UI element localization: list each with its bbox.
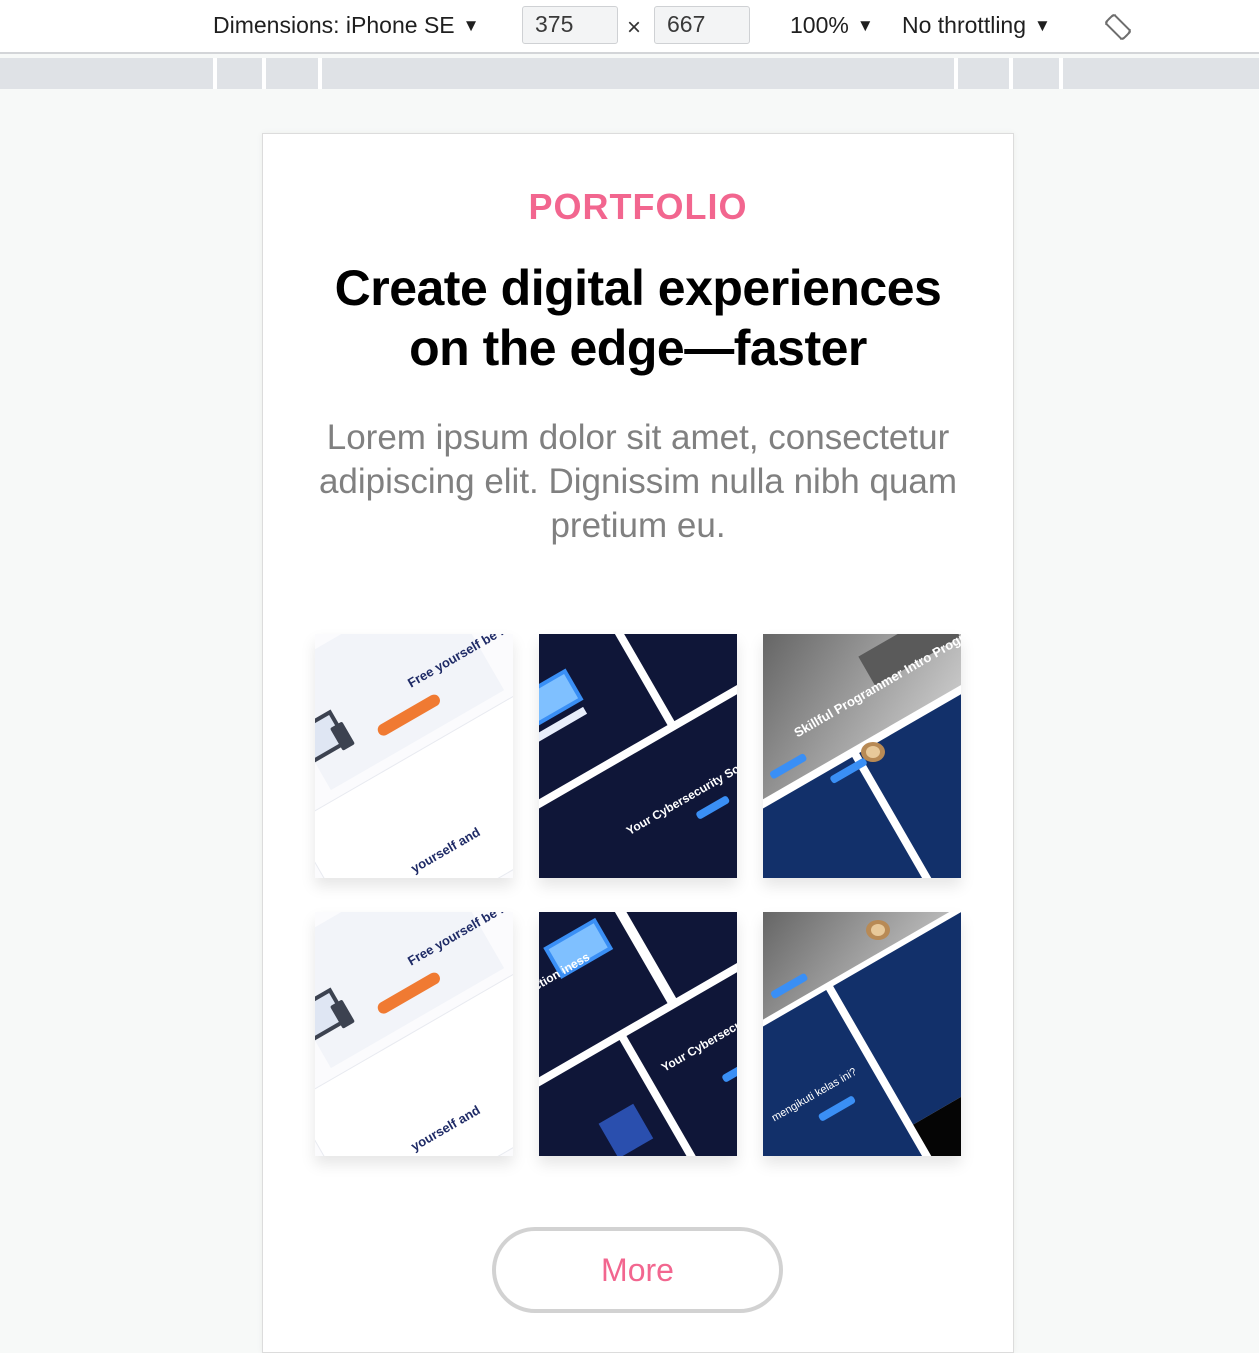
portfolio-item-cybersecurity[interactable]: ction iness Your Cybersecurity Solution <box>539 912 737 1156</box>
page-title-line: Create digital experiences <box>334 260 942 316</box>
portfolio-item-course[interactable]: mengikuti kelas ini? <box>763 912 961 1156</box>
section-eyebrow: PORTFOLIO <box>528 186 748 227</box>
width-input[interactable]: 375 <box>522 6 618 44</box>
device-toolbar: Dimensions: iPhone SE ▼ 375 × 667 100% ▼ N… <box>0 0 1259 54</box>
media-query-divider <box>1059 58 1063 89</box>
dimensions-label: Dimensions: iPhone SE <box>213 12 455 38</box>
device-viewport: PORTFOLIO Create digital experiences on … <box>262 133 1014 1353</box>
portfolio-item-cybersecurity[interactable]: Your Cybersecurity Solution <box>539 634 737 878</box>
page-title: Create digital experiences on the edge—f… <box>293 258 983 378</box>
dimensions-dropdown[interactable]: Dimensions: iPhone SE ▼ <box>213 12 479 39</box>
times-icon: × <box>627 14 642 41</box>
lead-paragraph: Lorem ipsum dolor sit amet, consectetur … <box>318 418 958 545</box>
chevron-down-icon: ▼ <box>856 16 874 35</box>
zoom-dropdown[interactable]: 100% ▼ <box>790 12 874 39</box>
media-query-divider <box>213 58 217 89</box>
rotate-icon[interactable] <box>1103 12 1133 42</box>
chevron-down-icon: ▼ <box>462 16 480 35</box>
throttling-label: No throttling <box>902 12 1027 38</box>
portfolio-item-productivity[interactable]: Free yourself be more productive yoursel… <box>315 634 513 878</box>
chevron-down-icon: ▼ <box>1034 16 1051 35</box>
media-query-divider <box>262 58 266 89</box>
more-button[interactable]: More <box>492 1227 783 1313</box>
media-query-divider <box>318 58 322 89</box>
portfolio-item-programming[interactable]: Skillful Programmer Intro Programming <box>763 634 961 878</box>
height-input[interactable]: 667 <box>654 6 750 44</box>
page-title-line: on the edge—faster <box>409 320 867 376</box>
media-query-bar[interactable] <box>0 58 1259 89</box>
portfolio-grid: Free yourself be more productive yoursel… <box>315 634 963 1160</box>
zoom-label: 100% <box>790 12 849 38</box>
portfolio-item-productivity[interactable]: Free yourself be more productive yoursel… <box>315 912 513 1156</box>
throttling-dropdown[interactable]: No throttling ▼ <box>902 12 1051 39</box>
media-query-divider <box>954 58 958 89</box>
media-query-divider <box>1009 58 1013 89</box>
